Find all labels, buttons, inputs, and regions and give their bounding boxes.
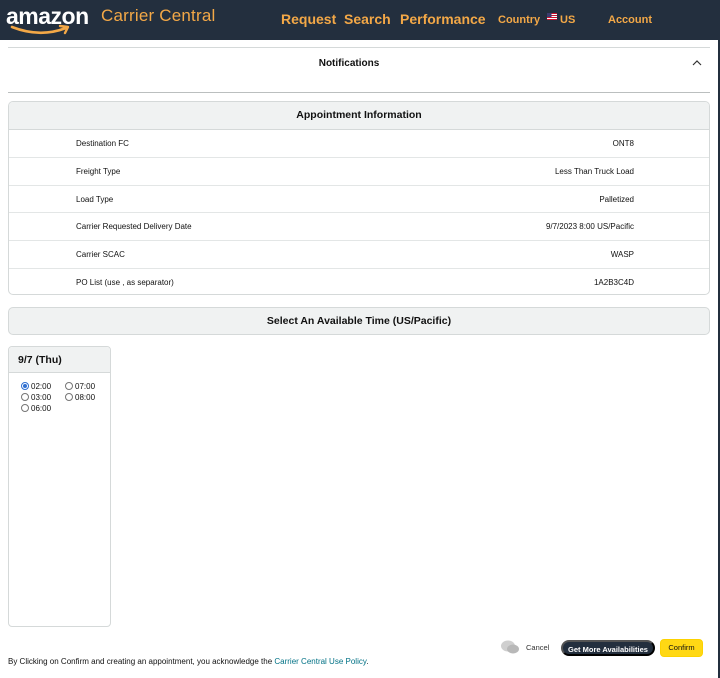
time-slot-0700[interactable]: 07:00 xyxy=(65,382,95,392)
select-time-title: Select An Available Time (US/Pacific) xyxy=(8,307,710,335)
radio-icon[interactable] xyxy=(65,382,73,390)
nav-search-link[interactable]: Search xyxy=(344,10,391,28)
nav-performance-link[interactable]: Performance xyxy=(400,10,486,28)
info-label: PO List (use , as separator) xyxy=(76,277,174,287)
time-slot-0600[interactable]: 06:00 xyxy=(21,404,51,414)
info-label: Load Type xyxy=(76,194,114,204)
cancel-button[interactable]: Cancel xyxy=(522,640,553,656)
info-value: ONT8 xyxy=(612,139,634,148)
get-more-availabilities-button[interactable]: Get More Availabilities xyxy=(561,640,655,656)
info-row-carrier-scac: Carrier SCAC WASP xyxy=(9,241,709,269)
info-row-destination-fc: Destination FC ONT8 xyxy=(9,130,709,158)
amazon-logo[interactable]: amazon xyxy=(6,3,98,35)
radio-icon[interactable] xyxy=(21,404,29,412)
info-value: 9/7/2023 8:00 US/Pacific xyxy=(545,222,634,232)
info-value: Less Than Truck Load xyxy=(554,166,634,176)
appointment-info-card: Appointment Information Destination FC O… xyxy=(8,101,710,295)
info-label: Carrier Requested Delivery Date xyxy=(76,222,192,232)
day-column: 9/7 (Thu) 02:00 07:00 03:00 08:00 06:00 xyxy=(8,346,111,627)
info-value: 1A2B3C4D xyxy=(593,277,634,287)
time-slot-0300[interactable]: 03:00 xyxy=(21,393,51,403)
info-label: Freight Type xyxy=(76,166,121,176)
top-nav: amazon Carrier Central Request Search Pe… xyxy=(0,0,720,40)
footer-disclaimer: By Clicking on Confirm and creating an a… xyxy=(8,657,368,667)
time-slot-label: 06:00 xyxy=(31,404,52,413)
time-slot-0200[interactable]: 02:00 xyxy=(21,382,51,392)
time-slot-label: 03:00 xyxy=(31,393,52,402)
info-label: Carrier SCAC xyxy=(76,250,125,260)
info-label: Destination FC xyxy=(76,139,129,148)
info-row-freight-type: Freight Type Less Than Truck Load xyxy=(9,158,709,186)
time-slot-label: 02:00 xyxy=(31,382,52,391)
info-value: WASP xyxy=(610,250,634,260)
confirm-button[interactable]: Confirm xyxy=(660,639,703,657)
appointment-info-title: Appointment Information xyxy=(9,102,709,130)
time-slot-label: 07:00 xyxy=(75,382,96,391)
smile-arrow-icon xyxy=(10,24,70,35)
chevron-up-icon[interactable] xyxy=(692,58,702,68)
footer-text: By Clicking on Confirm and creating an a… xyxy=(8,657,275,666)
radio-icon[interactable] xyxy=(65,393,73,401)
time-slot-0800[interactable]: 08:00 xyxy=(65,393,95,403)
nav-country-link[interactable]: Country xyxy=(498,11,540,29)
info-row-requested-date: Carrier Requested Delivery Date 9/7/2023… xyxy=(9,213,709,242)
info-value: Palletized xyxy=(599,194,634,204)
page: amazon Carrier Central Request Search Pe… xyxy=(0,0,720,678)
nav-account-link[interactable]: Account xyxy=(608,11,652,29)
use-policy-link[interactable]: Carrier Central Use Policy xyxy=(274,657,366,666)
brand-subtitle: Carrier Central xyxy=(101,6,216,25)
notifications-panel[interactable]: Notifications xyxy=(8,47,710,93)
footer-end: . xyxy=(366,657,369,666)
time-slot-list: 02:00 07:00 03:00 08:00 06:00 xyxy=(9,373,110,413)
nav-region-link[interactable]: US xyxy=(560,11,575,29)
info-row-po-list: PO List (use , as separator) 1A2B3C4D xyxy=(9,269,709,294)
radio-selected-icon[interactable] xyxy=(21,382,29,390)
nav-request-link[interactable]: Request xyxy=(281,10,336,28)
day-label: 9/7 (Thu) xyxy=(9,347,110,373)
time-slot-label: 08:00 xyxy=(75,393,96,402)
notifications-title: Notifications xyxy=(318,58,380,69)
wechat-icon xyxy=(501,640,519,654)
us-flag-icon xyxy=(547,13,557,20)
radio-icon[interactable] xyxy=(21,393,29,401)
info-row-load-type: Load Type Palletized xyxy=(9,186,709,214)
